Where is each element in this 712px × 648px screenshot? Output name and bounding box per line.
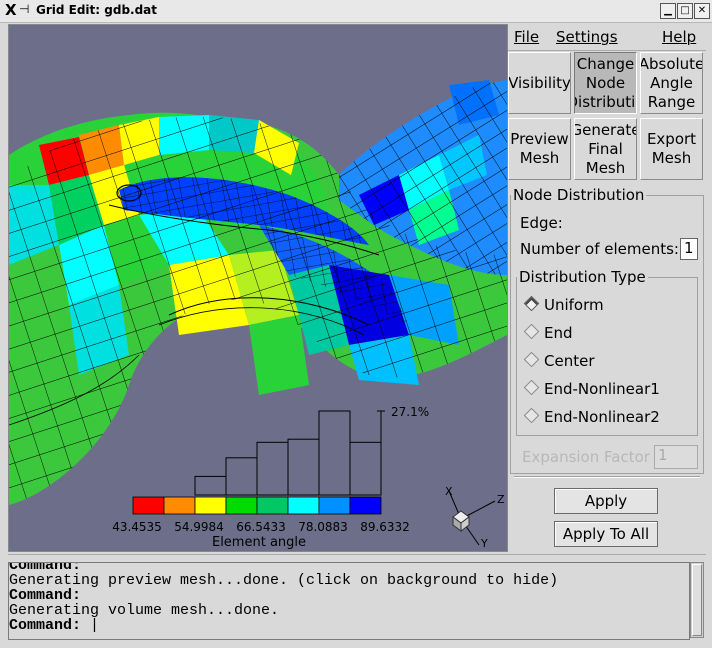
- radio-end-nonlinear2[interactable]: End-Nonlinear2: [523, 407, 660, 428]
- console-scrollbar[interactable]: [690, 562, 704, 638]
- close-icon[interactable]: ✕: [694, 3, 710, 19]
- pin-icon[interactable]: ⊣: [19, 2, 29, 16]
- divider: [514, 476, 700, 478]
- radio-label: Center: [544, 352, 595, 370]
- apply-button[interactable]: Apply: [554, 488, 658, 514]
- histogram-tick-label: 43.4535: [112, 520, 162, 534]
- radio-indicator[interactable]: [523, 379, 540, 396]
- histogram-bar: [287, 438, 320, 496]
- histogram-tick-labels: 43.4535 54.9984 66.5433 78.0883 89.6332: [112, 520, 410, 534]
- axis-y-label: Y: [480, 537, 488, 550]
- console-prompt[interactable]: Command: |: [9, 618, 689, 633]
- radio-indicator[interactable]: [523, 407, 540, 424]
- histogram-tick-label: 78.0883: [298, 520, 348, 534]
- absolute-angle-range-button[interactable]: Absolute Angle Range: [640, 52, 703, 114]
- visibility-button[interactable]: Visibility: [508, 52, 571, 114]
- axes-triad-icon: X Z Y: [445, 485, 505, 550]
- histogram-bar: [318, 410, 351, 496]
- histogram-tick-label: 89.6332: [360, 520, 410, 534]
- x-logo-icon: X: [5, 1, 17, 19]
- control-panel: File Settings Help Visibility Change Nod…: [508, 24, 706, 550]
- command-console[interactable]: Command: Generating preview mesh...done.…: [8, 562, 690, 640]
- histogram-color-swatches: [132, 496, 382, 515]
- histogram-swatch: [318, 496, 351, 515]
- axis-z-label: Z: [497, 493, 505, 506]
- histogram-bars: [194, 410, 382, 496]
- histogram-swatch: [349, 496, 382, 515]
- histogram-swatch: [163, 496, 196, 515]
- histogram-max-label: 27.1%: [391, 405, 429, 419]
- radio-label: End-Nonlinear2: [544, 408, 660, 426]
- radio-label: End-Nonlinear1: [544, 380, 660, 398]
- menu-help[interactable]: Help: [662, 28, 696, 46]
- change-node-distribution-button[interactable]: Change Node Distributio: [574, 52, 637, 114]
- radio-center[interactable]: Center: [523, 351, 595, 372]
- histogram-swatch: [194, 496, 227, 515]
- console-line: Generating volume mesh...done.: [9, 602, 280, 619]
- console-line: Command:: [9, 587, 82, 604]
- scrollbar-thumb[interactable]: [692, 564, 702, 636]
- window-title: Grid Edit: gdb.dat: [36, 3, 158, 17]
- distribution-type-legend: Distribution Type: [519, 268, 646, 286]
- histogram-swatch: [287, 496, 320, 515]
- edge-label: Edge:: [520, 214, 563, 232]
- mesh-viewport[interactable]: 27.1% 43.4535 54.9984 66.5433 78.0883 89.633…: [8, 24, 508, 552]
- maximize-icon[interactable]: □: [677, 3, 693, 19]
- num-elements-input[interactable]: 1: [680, 238, 698, 260]
- radio-uniform[interactable]: Uniform: [523, 295, 604, 316]
- generate-final-mesh-button[interactable]: Generate Final Mesh: [574, 118, 637, 180]
- histogram-tick-label: 66.5433: [236, 520, 286, 534]
- expansion-factor-label: Expansion Factor: [522, 448, 650, 466]
- divider: [8, 554, 706, 555]
- menu-file[interactable]: File: [514, 28, 539, 46]
- menu-settings[interactable]: Settings: [556, 28, 618, 46]
- export-mesh-button[interactable]: Export Mesh: [640, 118, 703, 180]
- radio-end-nonlinear1[interactable]: End-Nonlinear1: [523, 379, 660, 400]
- text-cursor: |: [81, 617, 100, 634]
- num-elements-label: Number of elements:: [520, 240, 679, 258]
- expansion-factor-input[interactable]: 1: [654, 445, 698, 469]
- console-line: Generating preview mesh...done. (click o…: [9, 572, 559, 589]
- radio-label: End: [544, 324, 573, 342]
- axis-x-label: X: [445, 485, 453, 498]
- preview-mesh-button[interactable]: Preview Mesh: [508, 118, 571, 180]
- window-titlebar[interactable]: X ⊣ Grid Edit: gdb.dat ▁ □ ✕: [0, 0, 712, 23]
- radio-indicator[interactable]: [523, 323, 540, 340]
- apply-to-all-button[interactable]: Apply To All: [554, 521, 658, 547]
- histogram-tick-label: 54.9984: [174, 520, 224, 534]
- minimize-icon[interactable]: ▁: [660, 3, 676, 19]
- histogram-bar: [194, 475, 227, 496]
- histogram-swatch: [225, 496, 258, 515]
- angle-histogram: 27.1% 43.4535 54.9984 66.5433 78.0883 89.633…: [112, 405, 505, 550]
- radio-indicator[interactable]: [523, 295, 540, 312]
- histogram-axis-label: Element angle: [212, 535, 306, 550]
- histogram-bar: [256, 441, 289, 496]
- histogram-bar: [225, 457, 258, 496]
- histogram-swatch: [256, 496, 289, 515]
- histogram-swatch: [132, 496, 165, 515]
- histogram-bar: [349, 441, 382, 496]
- console-prompt-label: Command:: [9, 617, 82, 634]
- radio-indicator[interactable]: [523, 351, 540, 368]
- node-distribution-legend: Node Distribution: [513, 186, 645, 204]
- radio-label: Uniform: [544, 296, 604, 314]
- menubar: File Settings Help: [508, 24, 706, 51]
- radio-end[interactable]: End: [523, 323, 573, 344]
